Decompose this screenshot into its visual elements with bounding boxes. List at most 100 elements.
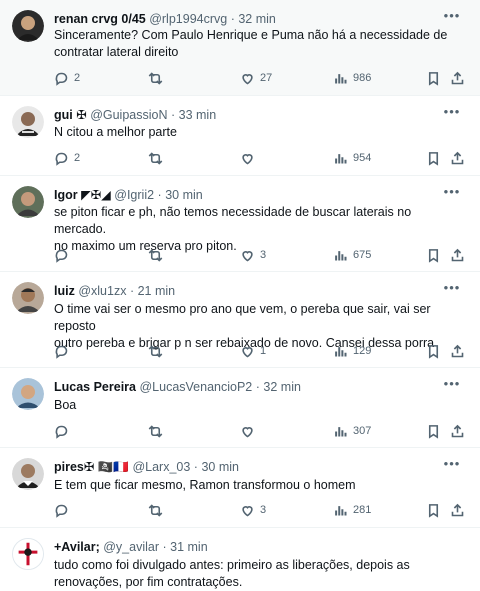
more-icon[interactable]: ••• xyxy=(442,280,462,296)
reply-button[interactable] xyxy=(54,502,74,518)
more-icon[interactable]: ••• xyxy=(442,8,462,24)
avatar[interactable] xyxy=(12,378,44,410)
retweet-button[interactable] xyxy=(148,150,168,166)
retweet-button[interactable] xyxy=(148,247,168,263)
bookmark-button[interactable] xyxy=(426,247,441,263)
tweet[interactable]: luiz @xlu1zx · 21 min ••• O time vai ser… xyxy=(0,272,480,368)
reply-button[interactable]: 2 xyxy=(54,150,80,166)
views-button[interactable]: 954 xyxy=(333,150,371,166)
retweet-icon xyxy=(148,151,163,166)
separator-dot: · xyxy=(255,380,260,394)
tweet[interactable]: renan crvg 0/45 @rlp1994crvg · 32 min ••… xyxy=(0,0,480,96)
like-icon xyxy=(240,248,255,263)
bookmark-button[interactable] xyxy=(426,150,441,166)
share-button[interactable] xyxy=(450,70,465,86)
share-icon xyxy=(450,248,465,263)
like-button[interactable]: 1 xyxy=(240,343,266,359)
view-count: 307 xyxy=(353,425,372,437)
avatar[interactable] xyxy=(12,458,44,490)
like-count: 3 xyxy=(260,249,267,261)
user-handle[interactable]: @rlp1994crvg xyxy=(149,12,227,26)
retweet-button[interactable] xyxy=(148,502,168,518)
bookmark-button[interactable] xyxy=(426,423,441,439)
action-bar: 307 xyxy=(54,423,466,439)
timestamp[interactable]: 21 min xyxy=(138,284,176,298)
share-button[interactable] xyxy=(450,247,465,263)
action-bar: 2 27 986 xyxy=(54,70,466,86)
views-icon xyxy=(333,344,348,359)
tweet-text-line: Boa xyxy=(54,398,77,412)
tweet-text-line: renovações, por fim contratações. xyxy=(54,575,243,589)
user-handle[interactable]: @Larx_03 xyxy=(132,460,190,474)
share-button[interactable] xyxy=(450,150,465,166)
display-name[interactable]: renan crvg 0/45 xyxy=(54,12,146,26)
bookmark-button[interactable] xyxy=(426,343,441,359)
tweet[interactable]: Lucas Pereira @LucasVenancioP2 · 32 min … xyxy=(0,368,480,448)
tweet[interactable]: +Avilar; @y_avilar · 31 min tudo como fo… xyxy=(0,528,480,591)
tweet[interactable]: Igor ◤✠◢ @Igrii2 · 30 min ••• se piton f… xyxy=(0,176,480,272)
bookmark-button[interactable] xyxy=(426,70,441,86)
user-handle[interactable]: @LucasVenancioP2 xyxy=(139,380,252,394)
avatar[interactable] xyxy=(12,106,44,138)
retweet-button[interactable] xyxy=(148,423,168,439)
reply-button[interactable]: 2 xyxy=(54,70,80,86)
avatar[interactable] xyxy=(12,538,44,570)
display-name[interactable]: pires✠ 🏴‍☠️🇫🇷 xyxy=(54,460,129,474)
more-icon[interactable]: ••• xyxy=(442,184,462,200)
display-name[interactable]: +Avilar; xyxy=(54,540,100,554)
timestamp[interactable]: 31 min xyxy=(170,540,208,554)
display-name[interactable]: gui ✠ xyxy=(54,108,87,122)
timestamp[interactable]: 32 min xyxy=(238,12,276,26)
avatar[interactable] xyxy=(12,10,44,42)
reply-button[interactable] xyxy=(54,247,74,263)
reply-button[interactable] xyxy=(54,423,74,439)
share-icon xyxy=(450,344,465,359)
user-handle[interactable]: @Igrii2 xyxy=(114,188,154,202)
retweet-button[interactable] xyxy=(148,70,168,86)
bookmark-button[interactable] xyxy=(426,502,441,518)
avatar[interactable] xyxy=(12,186,44,218)
view-count: 954 xyxy=(353,152,372,164)
share-button[interactable] xyxy=(450,502,465,518)
timestamp[interactable]: 30 min xyxy=(201,460,239,474)
tweet[interactable]: pires✠ 🏴‍☠️🇫🇷 @Larx_03 · 30 min ••• E te… xyxy=(0,448,480,528)
view-count: 675 xyxy=(353,249,372,261)
user-handle[interactable]: @y_avilar xyxy=(103,540,159,554)
action-bar: 2 954 xyxy=(54,150,466,166)
reply-icon xyxy=(54,344,69,359)
views-icon xyxy=(333,71,348,86)
more-icon[interactable]: ••• xyxy=(442,104,462,120)
more-icon[interactable]: ••• xyxy=(442,456,462,472)
user-handle[interactable]: @xlu1zx xyxy=(78,284,126,298)
display-name[interactable]: Lucas Pereira xyxy=(54,380,136,394)
action-bar: 3 675 xyxy=(54,247,466,263)
views-button[interactable]: 129 xyxy=(333,343,371,359)
user-handle[interactable]: @GuipassioN xyxy=(90,108,167,122)
tweet-text-line: contratar lateral direito xyxy=(54,45,179,59)
like-button[interactable] xyxy=(240,423,260,439)
tweet-header: +Avilar; @y_avilar · 31 min xyxy=(54,539,436,555)
views-button[interactable]: 307 xyxy=(333,423,371,439)
like-button[interactable]: 3 xyxy=(240,502,266,518)
action-bar: 1 129 xyxy=(54,343,466,359)
display-name[interactable]: Igor ◤✠◢ xyxy=(54,188,111,202)
like-button[interactable]: 3 xyxy=(240,247,266,263)
display-name[interactable]: luiz xyxy=(54,284,75,298)
views-button[interactable]: 986 xyxy=(333,70,371,86)
retweet-button[interactable] xyxy=(148,343,168,359)
tweet[interactable]: gui ✠ @GuipassioN · 33 min ••• N citou a… xyxy=(0,96,480,176)
reply-button[interactable] xyxy=(54,343,74,359)
avatar[interactable] xyxy=(12,282,44,314)
views-button[interactable]: 281 xyxy=(333,502,371,518)
like-count: 3 xyxy=(260,504,267,516)
timestamp[interactable]: 32 min xyxy=(263,380,301,394)
timestamp[interactable]: 30 min xyxy=(165,188,203,202)
timestamp[interactable]: 33 min xyxy=(179,108,217,122)
like-button[interactable] xyxy=(240,150,260,166)
tweet-text-line: se piton ficar e ph, não temos necessida… xyxy=(54,205,412,236)
more-icon[interactable]: ••• xyxy=(442,376,462,392)
like-button[interactable]: 27 xyxy=(240,70,272,86)
share-button[interactable] xyxy=(450,343,465,359)
share-button[interactable] xyxy=(450,423,465,439)
views-button[interactable]: 675 xyxy=(333,247,371,263)
